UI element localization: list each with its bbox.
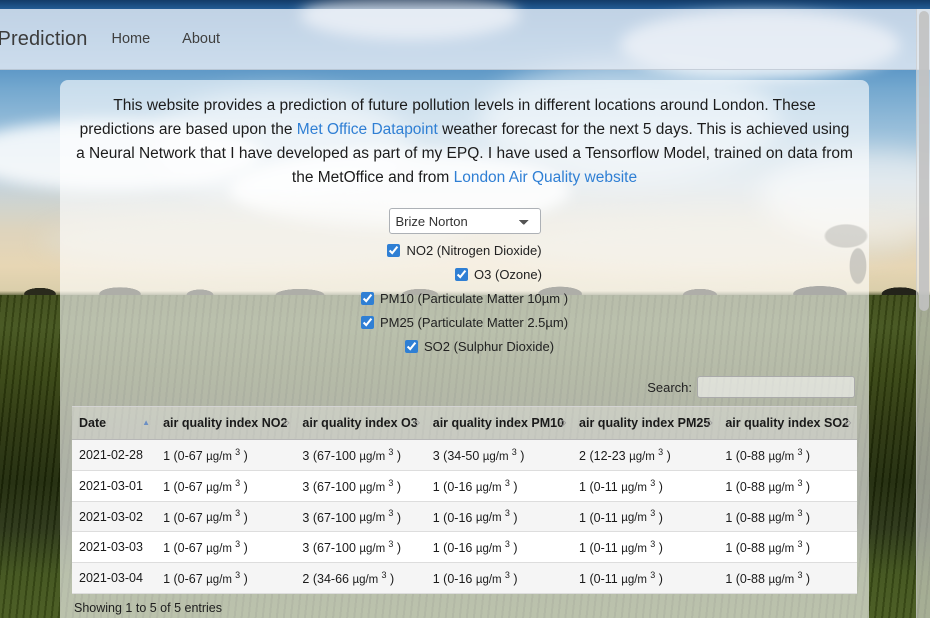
cell-date: 2021-03-04 — [72, 562, 157, 595]
sort-none-icon: ◇ — [706, 418, 713, 427]
page-scrollbar-thumb[interactable] — [919, 11, 929, 311]
column-header-no2-label: air quality index NO2 — [163, 416, 288, 430]
navbar: ution Prediction Home About — [0, 9, 930, 70]
table-row: 2021-03-02 1 (0-67 µg/m 3 ) 3 (67-100 µg/m… — [72, 501, 857, 533]
cell-pm25: 1 (0-11 µg/m 3 ) — [572, 531, 719, 564]
column-header-o3-label: air quality index O3 — [302, 416, 418, 430]
london-air-quality-link[interactable]: London Air Quality website — [454, 169, 638, 186]
cell-no2: 1 (0-67 µg/m 3 ) — [156, 501, 296, 533]
pollutant-label-o3[interactable]: O3 (Ozone) — [474, 267, 542, 282]
search-label: Search: — [647, 379, 692, 395]
pollutant-label-so2[interactable]: SO2 (Sulphur Dioxide) — [424, 339, 554, 354]
intro-paragraph: This website provides a prediction of fu… — [72, 94, 857, 190]
pollutant-row-no2: NO2 (Nitrogen Dioxide) — [72, 243, 857, 258]
pollutant-row-o3: O3 (Ozone) — [72, 267, 857, 282]
cell-o3: 3 (67-100 µg/m 3 ) — [295, 470, 426, 502]
cell-pm10: 1 (0-16 µg/m 3 ) — [425, 470, 573, 502]
page-scrollbar[interactable] — [916, 9, 930, 618]
cell-no2: 1 (0-67 µg/m 3 ) — [156, 531, 296, 564]
content-panel: This website provides a prediction of fu… — [60, 80, 869, 618]
cell-so2: 1 (0-88 µg/m 3 ) — [718, 439, 857, 471]
cell-pm25: 1 (0-11 µg/m 3 ) — [572, 501, 719, 533]
cell-no2: 1 (0-67 µg/m 3 ) — [156, 470, 296, 502]
nav-link-home[interactable]: Home — [105, 27, 156, 51]
column-header-pm10-label: air quality index PM10 — [432, 416, 565, 430]
cell-pm10: 1 (0-16 µg/m 3 ) — [425, 501, 573, 533]
pollutant-label-pm25[interactable]: PM25 (Particulate Matter 2.5µm) — [380, 315, 568, 330]
cell-date: 2021-03-03 — [72, 531, 157, 564]
checkbox-so2[interactable] — [404, 340, 418, 353]
column-header-so2-label: air quality index SO2 — [725, 416, 849, 430]
cell-no2: 1 (0-67 µg/m 3 ) — [156, 439, 296, 471]
table-row: 2021-03-04 1 (0-67 µg/m 3 ) 2 (34-66 µg/m … — [72, 562, 857, 595]
pollutant-row-so2: SO2 (Sulphur Dioxide) — [72, 339, 857, 354]
pollutant-row-pm25: PM25 (Particulate Matter 2.5µm) — [72, 315, 857, 330]
controls-section: Brize Norton NO2 (Nitrogen Dioxide) O3 (… — [72, 208, 857, 354]
search-area: Search: — [72, 376, 857, 398]
checkbox-o3[interactable] — [455, 268, 469, 281]
cell-so2: 1 (0-88 µg/m 3 ) — [718, 501, 857, 533]
sort-none-icon: ◇ — [559, 418, 567, 427]
window-title-strip — [0, 0, 930, 9]
cell-pm25: 2 (12-23 µg/m 3 ) — [572, 439, 719, 471]
checkbox-pm25[interactable] — [360, 316, 374, 329]
column-header-pm25[interactable]: air quality index PM25 ◇ — [572, 406, 719, 440]
cell-so2: 1 (0-88 µg/m 3 ) — [718, 470, 857, 502]
results-table-container: Date ▲ air quality index NO2 ◇ air quali… — [72, 406, 857, 615]
checkbox-no2[interactable] — [387, 244, 401, 257]
column-header-so2[interactable]: air quality index SO2 ◇ — [718, 406, 857, 440]
column-header-pm10[interactable]: air quality index PM10 ◇ — [425, 406, 573, 440]
met-office-datapoint-link[interactable]: Met Office Datapoint — [297, 121, 438, 138]
cell-o3: 3 (67-100 µg/m 3 ) — [295, 531, 426, 564]
column-header-no2[interactable]: air quality index NO2 ◇ — [156, 406, 296, 440]
pollutant-label-pm10[interactable]: PM10 (Particulate Matter 10µm ) — [380, 291, 568, 306]
cell-pm10: 1 (0-16 µg/m 3 ) — [425, 562, 573, 595]
brand-title[interactable]: ution Prediction — [0, 28, 105, 51]
page-root: ution Prediction Home About This website… — [0, 0, 930, 618]
cell-pm25: 1 (0-11 µg/m 3 ) — [572, 562, 719, 595]
table-row: 2021-03-03 1 (0-67 µg/m 3 ) 3 (67-100 µg/m… — [72, 531, 857, 564]
sort-none-icon: ◇ — [283, 418, 290, 427]
cell-no2: 1 (0-67 µg/m 3 ) — [156, 562, 296, 595]
checkbox-pm10[interactable] — [360, 292, 374, 305]
table-row: 2021-03-01 1 (0-67 µg/m 3 ) 3 (67-100 µg/m… — [72, 470, 857, 502]
table-header-row: Date ▲ air quality index NO2 ◇ air quali… — [72, 406, 857, 440]
location-select[interactable]: Brize Norton — [388, 208, 541, 234]
nav-link-about[interactable]: About — [176, 27, 226, 51]
cell-date: 2021-03-01 — [72, 470, 157, 502]
cell-o3: 2 (34-66 µg/m 3 ) — [295, 562, 426, 595]
sort-ascending-icon: ▲ — [142, 418, 151, 427]
results-table: Date ▲ air quality index NO2 ◇ air quali… — [72, 406, 857, 595]
column-header-date-label: Date — [79, 416, 107, 430]
nav-links: Home About — [105, 27, 226, 51]
cell-o3: 3 (67-100 µg/m 3 ) — [295, 439, 426, 471]
table-head: Date ▲ air quality index NO2 ◇ air quali… — [72, 406, 857, 440]
cell-so2: 1 (0-88 µg/m 3 ) — [718, 562, 857, 595]
column-header-pm25-label: air quality index PM25 — [579, 416, 711, 430]
location-select-row: Brize Norton — [72, 208, 857, 234]
cell-o3: 3 (67-100 µg/m 3 ) — [295, 501, 426, 533]
table-body: 2021-02-28 1 (0-67 µg/m 3 ) 3 (67-100 µg/m… — [72, 439, 857, 595]
cell-pm25: 1 (0-11 µg/m 3 ) — [572, 470, 719, 502]
pollutant-label-no2[interactable]: NO2 (Nitrogen Dioxide) — [406, 243, 541, 258]
cell-date: 2021-03-02 — [72, 501, 157, 533]
search-input[interactable] — [697, 376, 855, 398]
column-header-date[interactable]: Date ▲ — [72, 406, 157, 440]
cell-so2: 1 (0-88 µg/m 3 ) — [718, 531, 857, 564]
sort-none-icon: ◇ — [844, 418, 851, 427]
cell-pm10: 1 (0-16 µg/m 3 ) — [425, 531, 573, 564]
table-row: 2021-02-28 1 (0-67 µg/m 3 ) 3 (67-100 µg/m… — [72, 439, 857, 471]
pollutant-row-pm10: PM10 (Particulate Matter 10µm ) — [72, 291, 857, 306]
table-info: Showing 1 to 5 of 5 entries — [74, 601, 223, 616]
cell-pm10: 3 (34-50 µg/m 3 ) — [425, 439, 573, 471]
sort-none-icon: ◇ — [413, 418, 420, 427]
column-header-o3[interactable]: air quality index O3 ◇ — [295, 406, 426, 440]
cell-date: 2021-02-28 — [72, 439, 157, 471]
